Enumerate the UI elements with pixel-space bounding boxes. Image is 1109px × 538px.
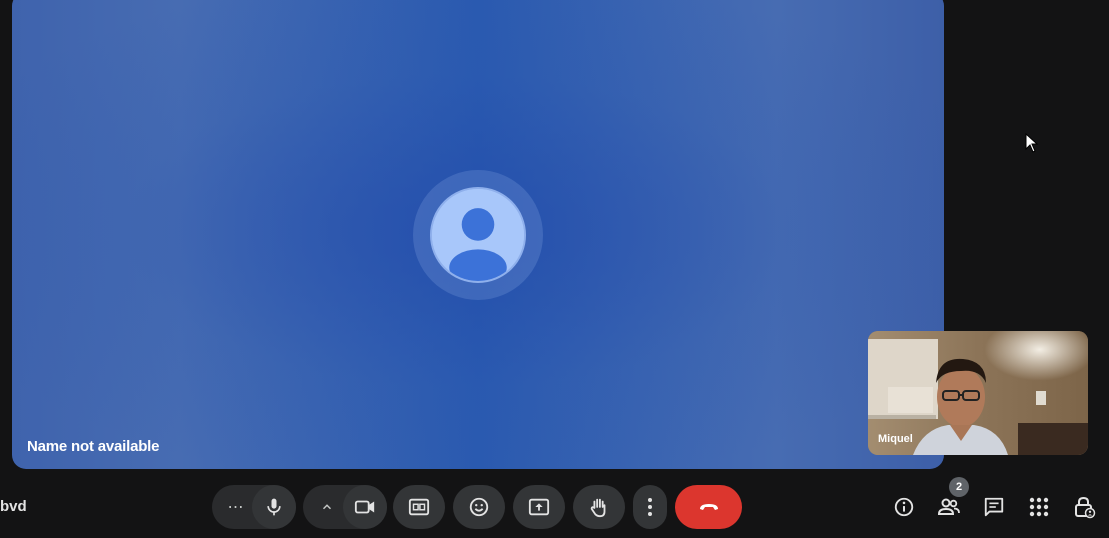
chat-icon: [984, 497, 1004, 517]
chevron-up-icon: [322, 504, 332, 510]
microphone-icon: [267, 498, 281, 516]
audio-settings-button[interactable]: ⋯: [218, 485, 254, 529]
activities-button[interactable]: [1025, 493, 1053, 521]
self-view-tile[interactable]: Miquel: [868, 331, 1088, 455]
present-screen-icon: [528, 498, 550, 516]
info-icon: [894, 497, 914, 517]
more-vertical-icon: [648, 498, 652, 516]
reactions-button[interactable]: [453, 485, 505, 529]
chat-button[interactable]: [980, 493, 1008, 521]
self-name-label: Miquel: [878, 433, 913, 445]
apps-grid-icon: [1029, 497, 1049, 517]
meeting-code: bvd: [0, 498, 27, 515]
closed-caption-icon: [408, 498, 430, 516]
mouse-cursor-icon: [1025, 133, 1039, 153]
raise-hand-button[interactable]: [573, 485, 625, 529]
microphone-button[interactable]: [252, 485, 296, 529]
videocam-icon: [354, 500, 375, 514]
people-icon: [937, 498, 960, 515]
people-button[interactable]: [935, 493, 963, 521]
present-now-button[interactable]: [513, 485, 565, 529]
microphone-control-group: ⋯: [212, 485, 296, 529]
camera-control-group: [303, 485, 387, 529]
avatar: [430, 187, 526, 283]
call-end-icon: [699, 504, 718, 510]
participant-name-label: Name not available: [27, 438, 160, 455]
camera-button[interactable]: [343, 485, 387, 529]
video-settings-button[interactable]: [309, 485, 345, 529]
person-icon: [432, 189, 524, 281]
host-controls-button[interactable]: [1070, 493, 1098, 521]
more-horizontal-icon: ⋯: [227, 499, 245, 516]
emoji-icon: [469, 497, 489, 517]
lock-person-icon: [1075, 496, 1096, 519]
more-options-button[interactable]: [633, 485, 667, 529]
raise-hand-icon: [590, 498, 606, 518]
meet-call-stage: Name not available Miquel bvd ⋯ 2: [0, 0, 1109, 538]
main-participant-tile[interactable]: Name not available: [12, 0, 944, 469]
leave-call-button[interactable]: [675, 485, 742, 529]
meeting-details-button[interactable]: [890, 493, 918, 521]
captions-button[interactable]: [393, 485, 445, 529]
